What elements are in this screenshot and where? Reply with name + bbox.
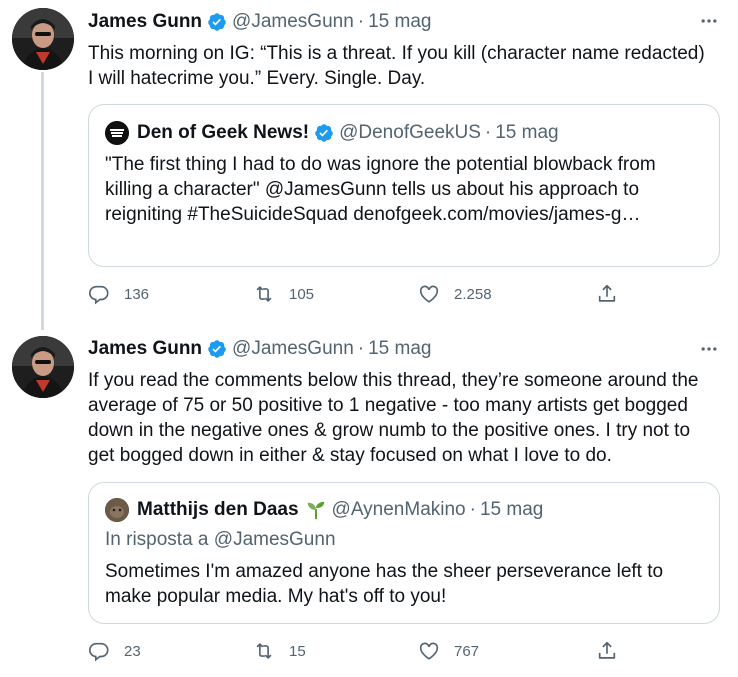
quoted-author-handle[interactable]: @DenofGeekUS [339, 122, 481, 144]
tweet-actions: 23 15 767 [88, 640, 628, 666]
like-count: 767 [454, 642, 480, 660]
verified-badge-icon [314, 123, 334, 143]
tweet-actions: 136 105 2.258 [88, 283, 628, 309]
retweet-button[interactable]: 15 [253, 640, 306, 662]
retweet-icon [256, 286, 272, 302]
quoted-avatar[interactable] [105, 498, 129, 522]
sprout-emoji-icon [305, 499, 327, 521]
reply-icon [89, 642, 109, 662]
tweet-date[interactable]: 15 mag [368, 11, 431, 33]
tweet-header: James Gunn @JamesGunn · 15 mag [88, 11, 431, 33]
quoted-tweet[interactable]: Matthijs den Daas @AynenMakino · 15 mag … [88, 482, 720, 624]
like-count: 2.258 [454, 285, 492, 303]
retweet-count: 105 [289, 285, 315, 303]
more-options-icon[interactable] [698, 10, 720, 32]
quoted-author-name[interactable]: Den of Geek News! [137, 122, 309, 144]
reply-to-label[interactable]: In risposta a @JamesGunn [105, 529, 336, 551]
avatar[interactable] [12, 8, 74, 70]
quoted-tweet-text: "The first thing I had to do was ignore … [105, 154, 656, 225]
verified-badge-icon [207, 12, 227, 32]
quoted-tweet-header: Den of Geek News! @DenofGeekUS · 15 mag [105, 121, 559, 145]
quoted-tweet-date[interactable]: 15 mag [480, 499, 543, 521]
quoted-author-handle[interactable]: @AynenMakino [332, 499, 466, 521]
quoted-avatar[interactable] [105, 121, 129, 145]
tweet-header: James Gunn @JamesGunn · 15 mag [88, 338, 431, 360]
heart-icon [419, 642, 439, 660]
like-button[interactable]: 2.258 [418, 283, 492, 305]
retweet-button[interactable]: 105 [253, 283, 314, 305]
author-name[interactable]: James Gunn [88, 11, 202, 33]
retweet-count: 15 [289, 642, 306, 660]
share-button[interactable] [596, 283, 618, 305]
reply-icon [89, 285, 109, 305]
quoted-tweet-text: Sometimes I'm amazed anyone has the shee… [105, 561, 664, 607]
reply-button[interactable]: 136 [88, 283, 149, 305]
reply-count: 136 [124, 285, 150, 303]
like-button[interactable]: 767 [418, 640, 479, 662]
author-handle[interactable]: @JamesGunn [232, 338, 354, 360]
share-icon [598, 641, 616, 659]
quoted-tweet-header: Matthijs den Daas @AynenMakino · 15 mag [105, 498, 543, 522]
separator-dot: · [469, 499, 476, 520]
retweet-icon [256, 643, 272, 659]
author-handle[interactable]: @JamesGunn [232, 11, 354, 33]
quoted-author-name[interactable]: Matthijs den Daas [137, 499, 299, 521]
more-options-icon[interactable] [698, 338, 720, 360]
quoted-tweet-date[interactable]: 15 mag [495, 122, 558, 144]
share-button[interactable] [596, 640, 618, 662]
separator-dot: · [484, 122, 492, 143]
tweet[interactable]: James Gunn @JamesGunn · 15 mag This morn… [0, 0, 738, 330]
reply-count: 23 [124, 642, 141, 660]
tweet-date[interactable]: 15 mag [368, 338, 431, 360]
thread-connector-line [41, 72, 44, 330]
avatar[interactable] [12, 336, 74, 398]
quoted-tweet[interactable]: Den of Geek News! @DenofGeekUS · 15 mag … [88, 104, 720, 267]
reply-button[interactable]: 23 [88, 640, 141, 662]
tweet-text: If you read the comments below this thre… [88, 370, 699, 466]
separator-dot: · [357, 11, 365, 32]
tweet[interactable]: James Gunn @JamesGunn · 15 mag If you re… [0, 330, 738, 677]
share-icon [598, 284, 616, 302]
separator-dot: · [357, 338, 365, 359]
verified-badge-icon [207, 339, 227, 359]
heart-icon [419, 285, 439, 303]
tweet-text: This morning on IG: “This is a threat. I… [88, 43, 705, 89]
author-name[interactable]: James Gunn [88, 338, 202, 360]
